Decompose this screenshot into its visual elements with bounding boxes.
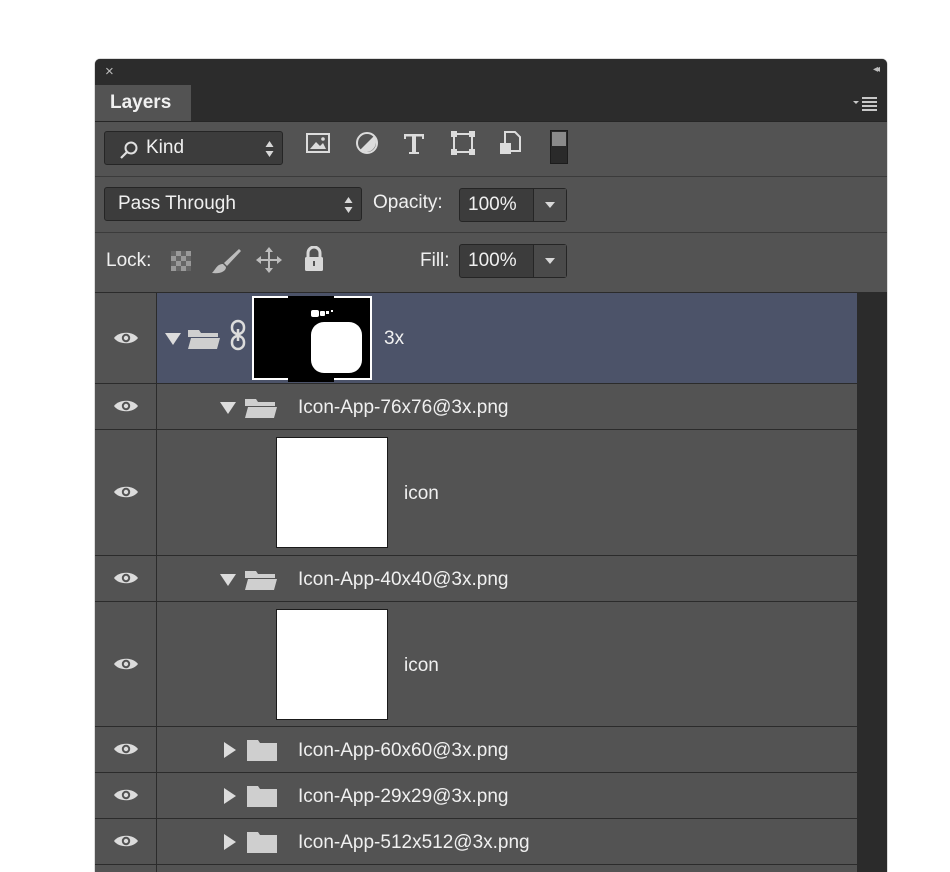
chevron-down-icon (545, 258, 555, 264)
layer-row-group[interactable]: Icon-App-29x29@3x.png (95, 773, 857, 819)
blend-mode-select[interactable]: Pass Through (104, 187, 362, 221)
search-icon (120, 141, 138, 159)
panel-titlebar: × ◂◂ (95, 59, 887, 85)
layer-name[interactable]: Icon-App-40x40@3x.png (298, 569, 508, 591)
lock-row: Lock: Fill: 100% (95, 233, 887, 293)
layer-mask-thumbnail[interactable] (252, 296, 372, 382)
close-icon[interactable]: × (105, 63, 114, 81)
tab-bar: Layers (95, 85, 887, 122)
fill-field[interactable]: 100% (459, 244, 567, 278)
collapse-arrow-icon[interactable] (224, 742, 236, 758)
fill-dropdown-button[interactable] (533, 245, 566, 277)
expand-arrow-icon[interactable] (220, 574, 236, 586)
layer-row-group[interactable]: Icon-App-512x512@3x.png (95, 819, 857, 865)
visibility-toggle[interactable] (95, 602, 157, 726)
filter-toggle-icon[interactable] (550, 130, 568, 164)
layer-thumbnail[interactable] (276, 609, 388, 720)
layer-row-3x[interactable]: 3x (95, 293, 857, 384)
eye-icon[interactable] (113, 787, 139, 803)
visibility-toggle[interactable] (95, 773, 157, 818)
layer-name[interactable]: icon (404, 483, 439, 505)
visibility-toggle[interactable] (95, 556, 157, 601)
layer-name[interactable]: icon (404, 655, 439, 677)
eye-icon[interactable] (113, 398, 139, 414)
opacity-value[interactable]: 100% (468, 189, 517, 221)
kind-filter-select[interactable]: Kind (104, 131, 283, 165)
visibility-toggle[interactable] (95, 819, 157, 864)
layer-row-group[interactable]: Icon-App-60x60@3x.png (95, 727, 857, 773)
opacity-label: Opacity: (373, 192, 443, 213)
visibility-toggle[interactable] (95, 727, 157, 772)
expand-arrow-icon[interactable] (165, 333, 181, 345)
mask-link-icon[interactable] (229, 319, 247, 351)
tab-layers[interactable]: Layers (95, 85, 191, 121)
eye-icon[interactable] (113, 570, 139, 586)
eye-icon[interactable] (113, 833, 139, 849)
panel-menu-icon[interactable] (851, 93, 879, 113)
lock-image-icon[interactable] (210, 247, 242, 275)
lock-all-icon[interactable] (303, 246, 325, 272)
type-filter-icon[interactable] (401, 130, 427, 156)
layers-list: 3x Icon-App-76x76@3x.png icon Icon-App-4… (95, 293, 887, 872)
collapse-arrow-icon[interactable] (224, 788, 236, 804)
folder-icon (247, 786, 277, 807)
fill-label: Fill: (420, 250, 450, 271)
folder-open-icon (245, 399, 277, 418)
pixel-filter-icon[interactable] (305, 130, 331, 156)
folder-open-icon (188, 330, 220, 349)
folder-icon (247, 832, 277, 853)
scrollbar[interactable] (857, 293, 887, 872)
lock-position-icon[interactable] (255, 246, 283, 274)
layer-row-icon[interactable]: icon (95, 430, 857, 556)
updown-arrows-icon (265, 141, 274, 157)
blend-row: Pass Through Opacity: 100% (95, 177, 887, 233)
eye-icon[interactable] (113, 741, 139, 757)
visibility-toggle[interactable] (95, 430, 157, 555)
visibility-toggle[interactable] (95, 293, 157, 383)
expand-arrow-icon[interactable] (220, 402, 236, 414)
layer-name[interactable]: Icon-App-60x60@3x.png (298, 740, 508, 762)
opacity-dropdown-button[interactable] (533, 189, 566, 221)
layers-panel: × ◂◂ Layers Kind Pass Through Opacity: 1… (95, 59, 887, 872)
eye-icon[interactable] (113, 484, 139, 500)
layer-name[interactable]: Icon-App-512x512@3x.png (298, 832, 530, 854)
lock-transparent-icon[interactable] (171, 251, 191, 271)
layer-row-group[interactable]: Icon-App-40x40@3x.png (95, 556, 857, 602)
kind-filter-label: Kind (146, 137, 185, 158)
shape-filter-icon[interactable] (450, 130, 476, 156)
opacity-field[interactable]: 100% (459, 188, 567, 222)
eye-column-filler (95, 865, 157, 872)
folder-open-icon (245, 571, 277, 590)
eye-icon[interactable] (113, 656, 139, 672)
filter-row: Kind (95, 122, 887, 177)
layer-name[interactable]: Icon-App-76x76@3x.png (298, 397, 508, 419)
collapse-icon[interactable]: ◂◂ (873, 64, 880, 75)
eye-icon[interactable] (113, 330, 139, 346)
chevron-down-icon (545, 202, 555, 208)
smart-object-filter-icon[interactable] (497, 130, 523, 156)
visibility-toggle[interactable] (95, 384, 157, 429)
lock-label: Lock: (106, 250, 152, 271)
updown-arrows-icon (344, 197, 353, 213)
adjustment-filter-icon[interactable] (354, 130, 380, 156)
layer-row-icon[interactable]: icon (95, 602, 857, 727)
fill-value[interactable]: 100% (468, 245, 517, 277)
layer-row-group[interactable]: Icon-App-76x76@3x.png (95, 384, 857, 430)
blend-mode-value: Pass Through (118, 193, 236, 214)
layer-thumbnail[interactable] (276, 437, 388, 548)
folder-icon (247, 740, 277, 761)
collapse-arrow-icon[interactable] (224, 834, 236, 850)
layer-name[interactable]: Icon-App-29x29@3x.png (298, 786, 508, 808)
layer-name[interactable]: 3x (384, 328, 404, 350)
